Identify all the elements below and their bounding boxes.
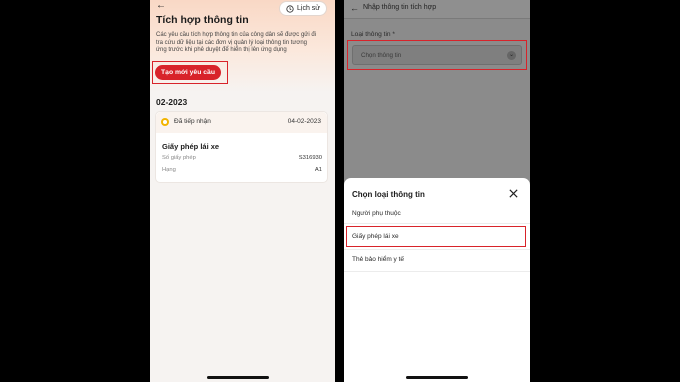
document-name: Giấy phép lái xe [162,142,220,151]
close-icon[interactable] [508,188,519,199]
description-line: ứng trước khi phê duyệt để hiển thị lên … [156,47,287,54]
clock-icon [286,4,294,13]
chevron-down-icon: ⌄ [507,51,516,60]
info-type-select[interactable]: Chọn thông tin ⌄ [352,45,522,65]
left-phone-screen: ← Lịch sử Tích hợp thông tin Các yêu cầu… [150,0,335,382]
divider [344,249,530,250]
status-text: Đã tiếp nhận [174,118,211,125]
home-indicator [406,376,468,379]
detail-row: Số giấy phép S316930 [162,155,322,161]
section-date-header: 02-2023 [156,97,188,107]
arrow-left-icon[interactable]: ← [350,3,359,13]
history-button[interactable]: Lịch sử [279,1,327,16]
divider [344,18,530,19]
screen: ← Lịch sử Tích hợp thông tin Các yêu cầu… [0,0,680,382]
divider [344,223,530,224]
status-dot-icon [161,118,169,126]
option-driver-license[interactable]: Giấy phép lái xe [352,233,399,240]
option-health-insurance[interactable]: Thẻ bảo hiểm y tế [352,256,404,263]
history-label: Lịch sử [297,5,320,12]
arrow-left-icon[interactable]: ← [156,1,166,11]
home-indicator [207,376,269,379]
detail-value: S316930 [298,155,322,161]
detail-value: A1 [314,167,322,173]
top-bar: ← Nhập thông tin tích hợp [344,0,530,18]
highlight-box-create-button [152,61,228,84]
page-description: Các yêu cầu tích hợp thông tin của công … [156,32,331,55]
highlight-box-field: Chọn thông tin ⌄ [347,40,527,70]
description-line: Các yêu cầu tích hợp thông tin của công … [156,32,316,38]
bottom-sheet: Chọn loại thông tin Người phụ thuộc Giấy… [344,178,530,382]
detail-row: Hạng A1 [162,167,322,173]
detail-label: Số giấy phép [162,155,196,161]
page-title: Tích hợp thông tin [156,14,249,26]
select-placeholder: Chọn thông tin [361,52,402,59]
right-phone-screen: ← Nhập thông tin tích hợp Loại thông tin… [344,0,530,382]
sheet-title: Chọn loại thông tin [352,190,425,199]
detail-label: Hạng [162,167,176,173]
option-dependent[interactable]: Người phụ thuộc [352,210,401,217]
request-card[interactable]: Đã tiếp nhận 04-02-2023 Giấy phép lái xe… [155,111,328,183]
card-status-bar: Đã tiếp nhận 04-02-2023 [156,112,327,133]
page-title: Nhập thông tin tích hợp [363,4,437,11]
field-label: Loại thông tin * [351,31,395,38]
divider [344,271,530,272]
status-date: 04-02-2023 [287,118,321,125]
